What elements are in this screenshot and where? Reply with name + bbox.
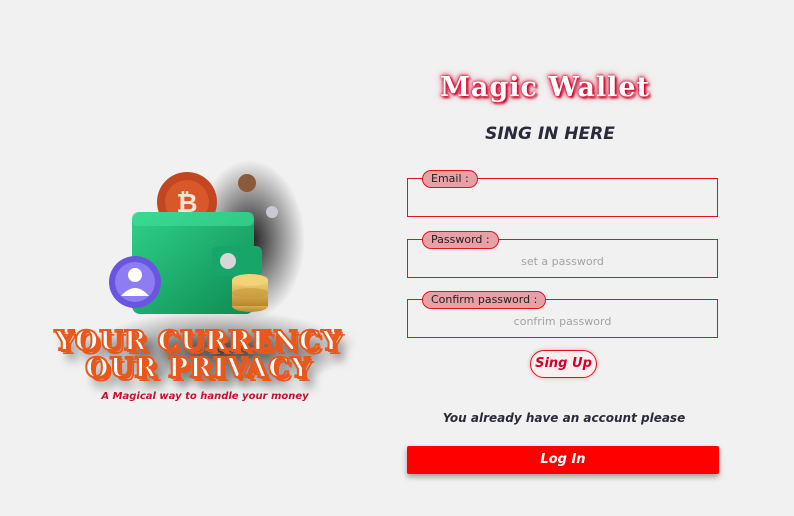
email-field-box: Email : [407, 170, 718, 217]
user-avatar-icon [109, 256, 161, 308]
slogan-line-2: OUR PRIVACY [84, 353, 311, 384]
signup-button[interactable]: Sing Up [530, 350, 597, 378]
slogan: YOUR CURRENCY OUR PRIVACY [48, 326, 348, 384]
tagline: A Magical way to handle your money [101, 391, 309, 402]
email-label: Email : [422, 170, 478, 188]
small-coin-icon [238, 174, 256, 192]
already-account-text: You already have an account please [442, 411, 686, 425]
password-field-box: Password : [407, 231, 718, 278]
login-button[interactable]: Log In [407, 446, 719, 474]
confirm-password-label: Confirm password : [422, 291, 547, 309]
brand-title: Magic Wallet [440, 72, 650, 103]
confirm-password-field-box: Confirm password : [407, 291, 718, 338]
password-label: Password : [422, 231, 499, 249]
gold-coins-stack [232, 274, 268, 312]
form-subtitle: SING IN HERE [485, 124, 615, 144]
small-coin-icon [266, 206, 278, 218]
slogan-line-1: YOUR CURRENCY [53, 326, 342, 357]
